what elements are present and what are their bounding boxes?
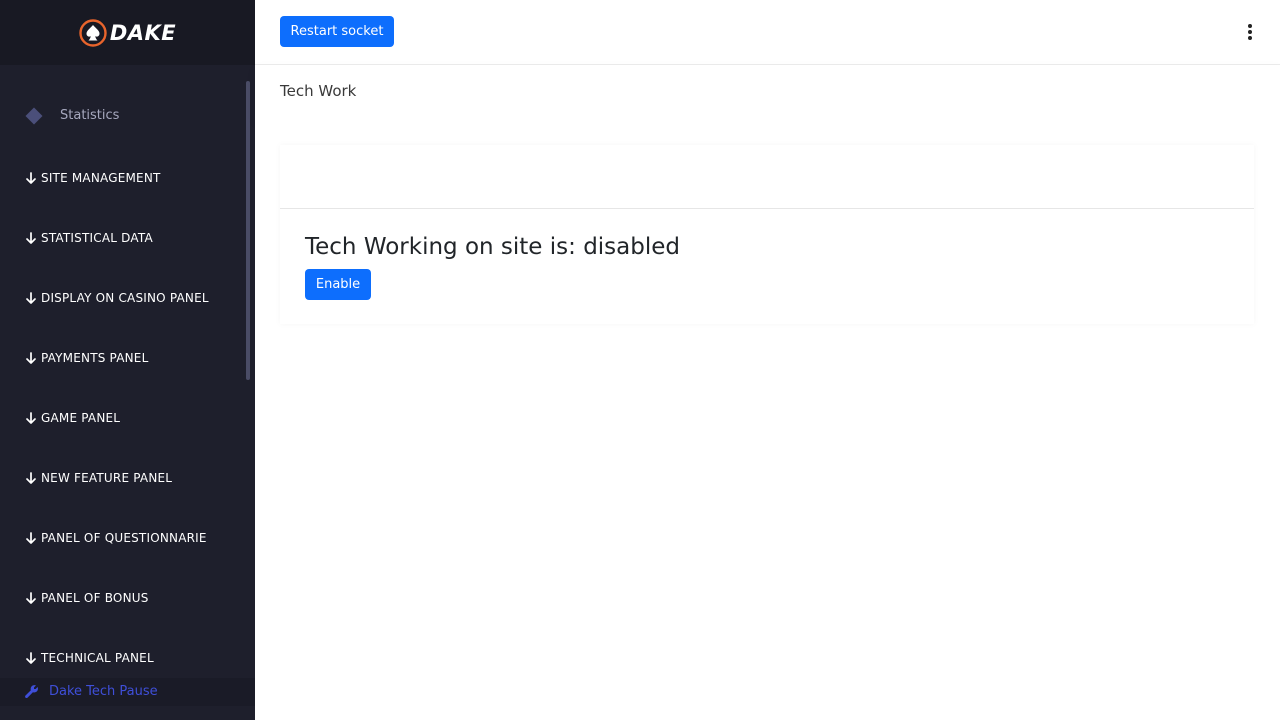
- brand-logo[interactable]: DAKE: [0, 0, 255, 65]
- sidebar: DAKE Statistics SITE MANAGEMENT STATISTI…: [0, 0, 255, 720]
- main-area: Restart socket Tech Work Tech Working on…: [255, 0, 1280, 720]
- section-label: TECHNICAL PANEL: [41, 651, 154, 665]
- card-header: [280, 145, 1254, 209]
- tech-work-status: Tech Working on site is: disabled: [305, 234, 680, 260]
- top-navbar: Restart socket: [255, 0, 1280, 65]
- diamond-icon: [25, 107, 43, 125]
- section-label: DISPLAY ON CASINO PANEL: [41, 291, 209, 305]
- page-header: Tech Work: [255, 65, 1280, 119]
- arrow-down-icon: [26, 412, 36, 424]
- sidebar-section-display-on-casino-panel[interactable]: DISPLAY ON CASINO PANEL: [24, 288, 209, 308]
- sidebar-item-statistics[interactable]: Statistics: [0, 100, 240, 132]
- arrow-down-icon: [26, 292, 36, 304]
- arrow-down-icon: [26, 232, 36, 244]
- more-options-icon[interactable]: [1245, 22, 1255, 42]
- sidebar-item-label: Statistics: [60, 108, 120, 123]
- arrow-down-icon: [26, 592, 36, 604]
- arrow-down-icon: [26, 472, 36, 484]
- sidebar-section-panel-of-questionnarie[interactable]: PANEL OF QUESTIONNARIE: [24, 528, 207, 548]
- arrow-down-icon: [26, 532, 36, 544]
- wrench-icon: [25, 685, 38, 699]
- restart-socket-button[interactable]: Restart socket: [280, 16, 394, 47]
- sidebar-section-site-management[interactable]: SITE MANAGEMENT: [24, 168, 161, 188]
- sidebar-section-statistical-data[interactable]: STATISTICAL DATA: [24, 228, 153, 248]
- section-label: SITE MANAGEMENT: [41, 171, 161, 185]
- arrow-down-icon: [26, 652, 36, 664]
- sidebar-item-label: Dake Tech Pause: [49, 684, 158, 699]
- brand-text: DAKE: [109, 20, 177, 45]
- sidebar-scrollbar[interactable]: [246, 81, 250, 380]
- content-area: Tech Working on site is: disabled Enable: [255, 119, 1280, 720]
- section-label: PAYMENTS PANEL: [41, 351, 149, 365]
- arrow-down-icon: [26, 352, 36, 364]
- sidebar-section-technical-panel[interactable]: TECHNICAL PANEL: [24, 648, 154, 668]
- sidebar-section-panel-of-bonus[interactable]: PANEL OF BONUS: [24, 588, 149, 608]
- sidebar-section-new-feature-panel[interactable]: NEW FEATURE PANEL: [24, 468, 172, 488]
- section-label: GAME PANEL: [41, 411, 121, 425]
- section-label: PANEL OF QUESTIONNARIE: [41, 531, 207, 545]
- section-label: STATISTICAL DATA: [41, 231, 153, 245]
- section-label: PANEL OF BONUS: [41, 591, 149, 605]
- section-label: NEW FEATURE PANEL: [41, 471, 173, 485]
- spade-logo-icon: [79, 18, 107, 47]
- sidebar-section-game-panel[interactable]: GAME PANEL: [24, 408, 120, 428]
- arrow-down-icon: [26, 172, 36, 184]
- enable-button[interactable]: Enable: [305, 269, 371, 300]
- tech-work-card: Tech Working on site is: disabled Enable: [280, 145, 1254, 324]
- sidebar-item-dake-tech-pause[interactable]: Dake Tech Pause: [0, 678, 255, 706]
- sidebar-section-payments-panel[interactable]: PAYMENTS PANEL: [24, 348, 148, 368]
- page-title: Tech Work: [280, 82, 357, 100]
- card-body: Tech Working on site is: disabled Enable: [280, 210, 1254, 324]
